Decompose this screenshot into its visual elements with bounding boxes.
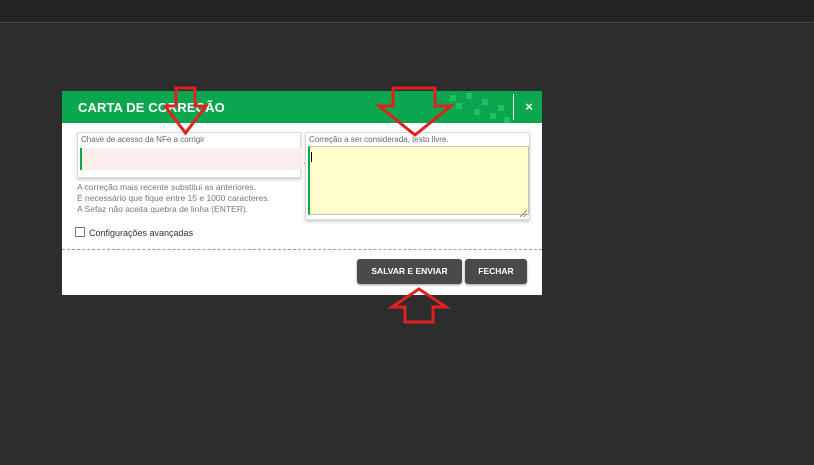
advanced-settings-checkbox[interactable] [75, 227, 85, 237]
modal-header: CARTA DE CORREÇÃO × [62, 91, 542, 123]
help-text-line: A Sefaz não aceita quebra de linha (ENTE… [77, 204, 249, 214]
annotation-arrow-icon [388, 287, 450, 324]
correction-text-field: Correção a ser considerada, texto livre. [305, 132, 530, 220]
help-text-line: É necessário que fique entre 15 e 1000 c… [77, 193, 270, 203]
text-caret [311, 152, 312, 162]
annotation-arrow-icon [375, 86, 455, 137]
resize-grip-icon[interactable] [520, 210, 527, 217]
correction-letter-modal: CARTA DE CORREÇÃO × Chave de acesso da N… [62, 91, 542, 295]
annotation-arrow-icon [164, 86, 209, 136]
header-divider [513, 94, 514, 120]
save-and-send-button[interactable]: SALVAR E ENVIAR [357, 259, 462, 284]
close-button[interactable]: FECHAR [465, 259, 527, 284]
access-key-field: Chave de acesso da NFe a corrigir [77, 132, 316, 178]
top-bar [0, 0, 814, 23]
footer-divider [62, 249, 542, 250]
access-key-label: Chave de acesso da NFe a corrigir [81, 135, 205, 144]
advanced-settings-label[interactable]: Configurações avançadas [89, 228, 193, 238]
close-icon[interactable]: × [516, 91, 542, 123]
help-text-line: A correção mais recente substitui as ant… [77, 182, 257, 192]
correction-textarea[interactable] [308, 146, 529, 215]
access-key-input[interactable] [80, 148, 301, 170]
